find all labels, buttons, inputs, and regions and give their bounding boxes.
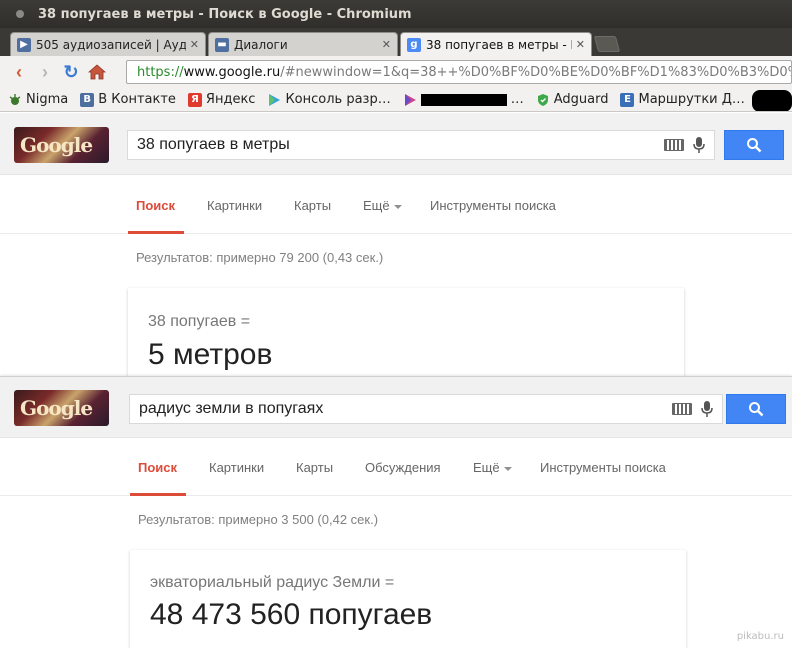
bookmark-marshrutki[interactable]: E Маршрутки Д… (620, 92, 745, 107)
tab-label: Диалоги (234, 37, 288, 52)
home-icon[interactable] (84, 59, 110, 85)
tab-label: 505 аудиозаписей | Аудио (36, 37, 186, 52)
google-header-2: Google радиус земли в попугаях (0, 376, 792, 438)
active-tab-underline (128, 231, 184, 234)
chevron-down-icon (393, 204, 402, 209)
url-scheme: https:// (137, 64, 184, 80)
back-icon[interactable]: ‹ (6, 59, 32, 85)
chat-icon: ▬ (215, 37, 229, 52)
tab-dialogs[interactable]: ▬ Диалоги ✕ (208, 32, 398, 56)
search-nav: Поиск Картинки Карты Ещё Инструменты пои… (0, 176, 792, 234)
watermark: pikabu.ru (736, 631, 784, 642)
new-tab-button[interactable] (593, 36, 621, 52)
tab-more[interactable]: Ещё (473, 460, 512, 475)
redacted-block (752, 90, 792, 111)
url-host: www.google.ru (183, 64, 281, 80)
bookmark-label: Маршрутки Д… (638, 92, 745, 107)
result-stats: Результатов: примерно 3 500 (0,42 сек.) (138, 512, 379, 527)
tab-maps[interactable]: Карты (296, 460, 333, 475)
keyboard-icon[interactable] (672, 403, 692, 415)
google-doodle[interactable]: Google (14, 390, 109, 426)
tab-more-label: Ещё (363, 198, 390, 213)
vk-icon: B (80, 92, 95, 107)
address-bar[interactable]: https:// www.google.ru /#newwindow=1&q=3… (126, 60, 792, 84)
doodle-text: Google (20, 396, 93, 420)
bookmark-label: В Контакте (98, 92, 176, 107)
bookmark-adguard[interactable]: Adguard (536, 92, 609, 107)
tab-search-tools[interactable]: Инструменты поиска (430, 198, 556, 213)
search-icon (749, 402, 764, 417)
bookmarks-bar: Nigma B В Контакте Я Яндекс Консоль разр… (0, 88, 792, 112)
search-button[interactable] (726, 394, 786, 424)
window-titlebar: 38 попугаев в метры - Поиск в Google - C… (0, 0, 792, 28)
url-path: /#newwindow=1&q=38++%D0%BF%D0%BE%D0%BF%D… (280, 64, 791, 80)
redacted-label (420, 93, 507, 106)
answer-card: экваториальный радиус Земли = 48 473 560… (130, 550, 686, 648)
tab-more-label: Ещё (473, 460, 500, 475)
tab-maps[interactable]: Карты (294, 198, 331, 213)
search-input[interactable]: радиус земли в попугаях (129, 394, 723, 424)
tab-label: 38 попугаев в метры - По (426, 37, 572, 52)
tab-more[interactable]: Ещё (363, 198, 402, 213)
bookmark-label: Яндекс (205, 92, 256, 107)
tab-search[interactable]: Поиск (136, 198, 175, 213)
active-tab-underline (130, 493, 186, 496)
play-icon: ▶ (17, 37, 31, 52)
bookmark-label: … (510, 92, 524, 107)
bookmark-nigma[interactable]: Nigma (8, 92, 68, 107)
tab-audio[interactable]: ▶ 505 аудиозаписей | Аудио ✕ (10, 32, 206, 56)
bookmark-label: Nigma (26, 92, 69, 107)
search-input[interactable]: 38 попугаев в метры (127, 130, 715, 160)
tab-search[interactable]: Поиск (138, 460, 177, 475)
browser-toolbar: ‹ › ↻ https:// www.google.ru /#newwindow… (0, 56, 792, 88)
chevron-down-icon (503, 466, 512, 471)
yandex-icon: Я (187, 92, 202, 107)
search-query: радиус земли в попугаях (139, 400, 324, 417)
play-store-icon (267, 93, 281, 107)
answer-value: 48 473 560 попугаев (150, 598, 433, 631)
answer-card: 38 попугаев = 5 метров (128, 288, 684, 378)
tab-images[interactable]: Картинки (209, 460, 264, 475)
bookmark-label: Adguard (553, 92, 609, 107)
tab-strip: ▶ 505 аудиозаписей | Аудио ✕ ▬ Диалоги ✕… (0, 28, 792, 56)
answer-value: 5 метров (148, 338, 273, 371)
google-icon: g (407, 37, 421, 52)
search-nav-2: Поиск Картинки Карты Обсуждения Ещё Инст… (0, 438, 792, 496)
tab-discussions[interactable]: Обсуждения (365, 460, 441, 475)
window-menu-icon[interactable] (16, 10, 24, 18)
answer-equation: 38 попугаев = (148, 313, 251, 330)
close-icon[interactable]: ✕ (576, 38, 585, 51)
search-icon (747, 138, 762, 153)
adguard-icon (536, 93, 550, 107)
google-doodle[interactable]: Google (14, 127, 109, 163)
reload-icon[interactable]: ↻ (58, 59, 84, 85)
search-button[interactable] (724, 130, 784, 160)
close-icon[interactable]: ✕ (382, 38, 391, 51)
keyboard-icon[interactable] (664, 139, 684, 151)
google-header: Google 38 попугаев в метры (0, 113, 792, 175)
tab-google-search[interactable]: g 38 попугаев в метры - По ✕ (400, 32, 592, 56)
microphone-icon[interactable] (692, 136, 706, 154)
microphone-icon[interactable] (700, 400, 714, 418)
play-store-icon (403, 93, 417, 107)
tab-search-tools[interactable]: Инструменты поиска (540, 460, 666, 475)
bookmark-vk[interactable]: B В Контакте (80, 92, 176, 107)
forward-icon[interactable]: › (32, 59, 58, 85)
bookmark-yandex[interactable]: Я Яндекс (187, 92, 256, 107)
bookmark-console[interactable]: Консоль разр… (267, 92, 391, 107)
e-icon: E (620, 92, 635, 107)
tab-images[interactable]: Картинки (207, 198, 262, 213)
close-icon[interactable]: ✕ (190, 38, 199, 51)
search-query: 38 попугаев в метры (137, 136, 290, 153)
bookmark-label: Консоль разр… (285, 92, 391, 107)
answer-equation: экваториальный радиус Земли = (150, 574, 395, 591)
nigma-icon (8, 93, 22, 107)
result-stats: Результатов: примерно 79 200 (0,43 сек.) (136, 250, 384, 265)
bookmark-redacted[interactable]: … (403, 92, 524, 107)
window-title: 38 попугаев в метры - Поиск в Google - C… (38, 6, 412, 22)
doodle-text: Google (20, 133, 93, 157)
